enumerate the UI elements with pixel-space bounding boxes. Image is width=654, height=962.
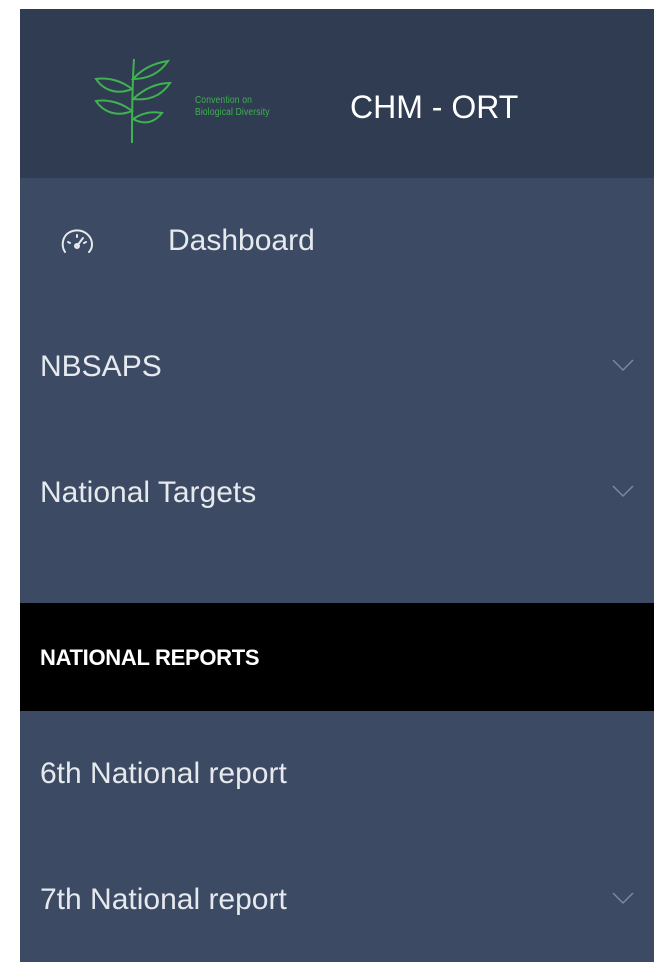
nav-label-dashboard: Dashboard bbox=[168, 224, 315, 257]
section-header-national-reports: NATIONAL REPORTS bbox=[20, 603, 654, 711]
brand-org-line1: Convention on bbox=[195, 95, 253, 106]
speedometer-icon bbox=[61, 229, 93, 253]
chevron-down-icon bbox=[612, 892, 634, 905]
cbd-leaf-logo-icon bbox=[94, 58, 172, 144]
sidebar: Convention on Biological Diversity CHM -… bbox=[20, 9, 654, 962]
brand-header[interactable]: Convention on Biological Diversity CHM -… bbox=[20, 9, 654, 178]
section-label: NATIONAL REPORTS bbox=[40, 645, 260, 670]
nav-item-6th-national-report[interactable]: 6th National report bbox=[20, 711, 654, 837]
brand-organization: Convention on Biological Diversity bbox=[195, 95, 270, 119]
nav-item-nbsaps[interactable]: NBSAPS bbox=[20, 304, 654, 430]
chevron-down-icon bbox=[612, 359, 634, 372]
app-title: CHM - ORT bbox=[350, 89, 519, 125]
nav-item-7th-national-report[interactable]: 7th National report bbox=[20, 837, 654, 962]
reports-list: 6th National report 7th National report bbox=[20, 711, 654, 962]
nav-label-7th-report: 7th National report bbox=[40, 883, 287, 916]
nav-item-dashboard[interactable]: Dashboard bbox=[20, 178, 654, 304]
brand-org-line2: Biological Diversity bbox=[195, 107, 270, 118]
nav-label-6th-report: 6th National report bbox=[40, 757, 287, 790]
nav-label-national-targets: National Targets bbox=[40, 476, 257, 509]
nav-item-national-targets[interactable]: National Targets bbox=[20, 430, 654, 556]
nav-label-nbsaps: NBSAPS bbox=[40, 350, 162, 383]
chevron-down-icon bbox=[612, 485, 634, 498]
